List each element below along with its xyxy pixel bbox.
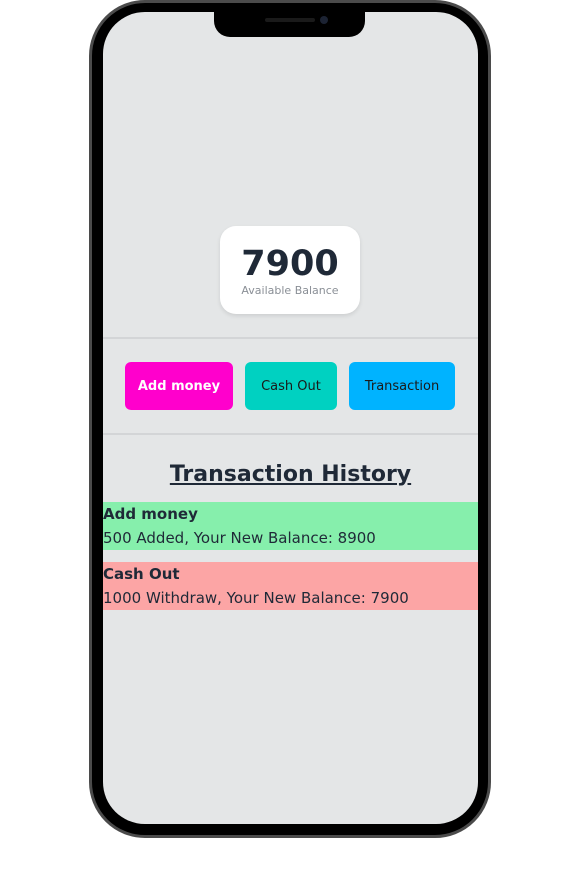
front-camera [320, 16, 328, 24]
history-item-type: Cash Out [103, 565, 180, 583]
add-money-button[interactable]: Add money [125, 362, 233, 410]
divider [103, 337, 478, 339]
transaction-history-title: Transaction History [169, 462, 412, 487]
history-item-type: Add money [103, 505, 198, 523]
balance-amount: 7900 [241, 244, 339, 284]
balance-card: 7900 Available Balance [220, 226, 360, 314]
cash-out-button[interactable]: Cash Out [245, 362, 337, 410]
balance-label: Available Balance [241, 284, 339, 297]
phone-screen: 7900 Available Balance Add money Cash Ou… [103, 12, 478, 824]
divider [103, 433, 478, 435]
history-item-cash-out: Cash Out 1000 Withdraw, Your New Balance… [103, 562, 478, 610]
history-item-detail: 1000 Withdraw, Your New Balance: 7900 [103, 589, 409, 607]
phone-notch [214, 10, 365, 37]
speaker-grille [265, 18, 315, 22]
history-item-add-money: Add money 500 Added, Your New Balance: 8… [103, 502, 478, 550]
transaction-button[interactable]: Transaction [349, 362, 455, 410]
history-item-detail: 500 Added, Your New Balance: 8900 [103, 529, 376, 547]
